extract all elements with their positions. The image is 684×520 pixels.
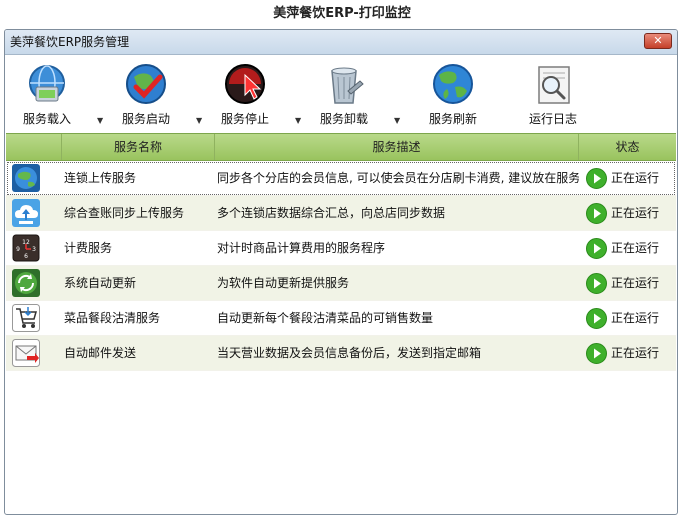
service-name: 自动邮件发送 <box>64 346 137 360</box>
service-uninstall-icon <box>331 67 364 104</box>
service-load-dropdown-icon[interactable]: ▼ <box>97 117 105 125</box>
status-cell: 正在运行 <box>583 336 676 371</box>
service-load-button[interactable]: 服务载入 <box>9 61 85 131</box>
header-icon-column <box>6 134 62 160</box>
header-status[interactable]: 状态 <box>579 134 676 160</box>
running-play-icon <box>586 273 607 294</box>
service-load-label: 服务载入 <box>22 112 71 126</box>
service-name: 系统自动更新 <box>64 276 137 290</box>
header-service-name[interactable]: 服务名称 <box>62 134 215 160</box>
status-cell: 正在运行 <box>583 266 676 301</box>
service-refresh-button[interactable]: 服务刷新 <box>415 61 491 131</box>
service-load-icon <box>29 65 65 102</box>
service-stop-label: 服务停止 <box>220 112 269 126</box>
email-icon <box>12 339 40 367</box>
shopping-cart-icon <box>12 304 40 332</box>
toolbar: 服务载入 ▼ 服务启动 ▼ 服务停止 ▼ 服务卸载 ▼ 服务刷新 运行日志 <box>5 55 677 133</box>
run-log-button[interactable]: 运行日志 <box>515 61 591 131</box>
service-stop-dropdown-icon[interactable]: ▼ <box>295 117 303 125</box>
service-description: 对计时商品计算费用的服务程序 <box>217 241 386 255</box>
svg-text:3: 3 <box>32 246 36 253</box>
service-stop-icon <box>225 64 265 104</box>
status-cell: 正在运行 <box>583 196 676 231</box>
service-description: 自动更新每个餐段沽清菜品的可销售数量 <box>217 311 434 325</box>
status-cell: 正在运行 <box>583 161 676 196</box>
table-row[interactable]: 自动邮件发送 当天营业数据及会员信息备份后，发送到指定邮箱 正在运行 <box>6 336 676 371</box>
header-service-description[interactable]: 服务描述 <box>215 134 579 160</box>
window-title: 美萍餐饮ERP服务管理 <box>10 35 130 49</box>
status-text: 正在运行 <box>611 171 660 185</box>
status-text: 正在运行 <box>611 206 660 220</box>
service-uninstall-dropdown-icon[interactable]: ▼ <box>394 117 402 125</box>
service-start-label: 服务启动 <box>121 112 170 126</box>
service-refresh-icon <box>433 64 473 104</box>
service-name: 计费服务 <box>64 241 113 255</box>
service-description: 同步各个分店的会员信息, 可以使会员在分店刷卡消费, 建议放在服务 <box>217 171 579 185</box>
run-log-icon <box>538 66 570 104</box>
running-play-icon <box>586 203 607 224</box>
running-play-icon <box>586 343 607 364</box>
service-name: 连锁上传服务 <box>64 171 137 185</box>
service-start-dropdown-icon[interactable]: ▼ <box>196 117 204 125</box>
service-stop-button[interactable]: 服务停止 <box>207 61 283 131</box>
service-start-button[interactable]: 服务启动 <box>108 61 184 131</box>
status-cell: 正在运行 <box>583 231 676 266</box>
close-button[interactable]: ✕ <box>644 33 672 49</box>
cloud-upload-icon <box>12 199 40 227</box>
window-titlebar: 美萍餐饮ERP服务管理 ✕ <box>5 30 677 55</box>
service-table: 服务名称 服务描述 状态 连锁上传服务 同步各个分店的会员信息, 可以使会员在分… <box>6 133 676 371</box>
running-play-icon <box>586 238 607 259</box>
table-row[interactable]: 综合查账同步上传服务 多个连锁店数据综合汇总，向总店同步数据 正在运行 <box>6 196 676 231</box>
service-description: 为软件自动更新提供服务 <box>217 276 350 290</box>
status-text: 正在运行 <box>611 346 660 360</box>
service-manager-window: 美萍餐饮ERP服务管理 ✕ 服务载入 ▼ 服务启动 ▼ 服务停止 ▼ 服务卸载 … <box>4 29 678 515</box>
svg-text:9: 9 <box>16 246 20 253</box>
service-description: 当天营业数据及会员信息备份后，发送到指定邮箱 <box>217 346 482 360</box>
table-row[interactable]: 菜品餐段沽清服务 自动更新每个餐段沽清菜品的可销售数量 正在运行 <box>6 301 676 336</box>
status-text: 正在运行 <box>611 311 660 325</box>
table-row[interactable]: 连锁上传服务 同步各个分店的会员信息, 可以使会员在分店刷卡消费, 建议放在服务… <box>6 161 676 196</box>
globe-upload-icon <box>12 164 40 192</box>
running-play-icon <box>586 308 607 329</box>
status-text: 正在运行 <box>611 241 660 255</box>
service-name: 菜品餐段沽清服务 <box>64 311 161 325</box>
service-uninstall-button[interactable]: 服务卸载 <box>306 61 382 131</box>
table-row[interactable]: 系统自动更新 为软件自动更新提供服务 正在运行 <box>6 266 676 301</box>
clock-billing-icon: 12 9 3 6 <box>12 234 40 262</box>
service-description: 多个连锁店数据综合汇总，向总店同步数据 <box>217 206 446 220</box>
app-title: 美萍餐饮ERP-打印监控 <box>273 6 411 21</box>
table-row[interactable]: 12 9 3 6 计费服务 对计时商品计算费用的服务程序 正在运行 <box>6 231 676 266</box>
service-uninstall-label: 服务卸载 <box>319 112 368 126</box>
service-start-icon <box>126 64 166 104</box>
table-header: 服务名称 服务描述 状态 <box>6 133 676 161</box>
status-cell: 正在运行 <box>583 301 676 336</box>
run-log-label: 运行日志 <box>528 112 577 126</box>
auto-update-icon <box>12 269 40 297</box>
status-text: 正在运行 <box>611 276 660 290</box>
service-refresh-label: 服务刷新 <box>428 112 477 126</box>
svg-text:6: 6 <box>24 253 28 260</box>
service-name: 综合查账同步上传服务 <box>64 206 185 220</box>
running-play-icon <box>586 168 607 189</box>
